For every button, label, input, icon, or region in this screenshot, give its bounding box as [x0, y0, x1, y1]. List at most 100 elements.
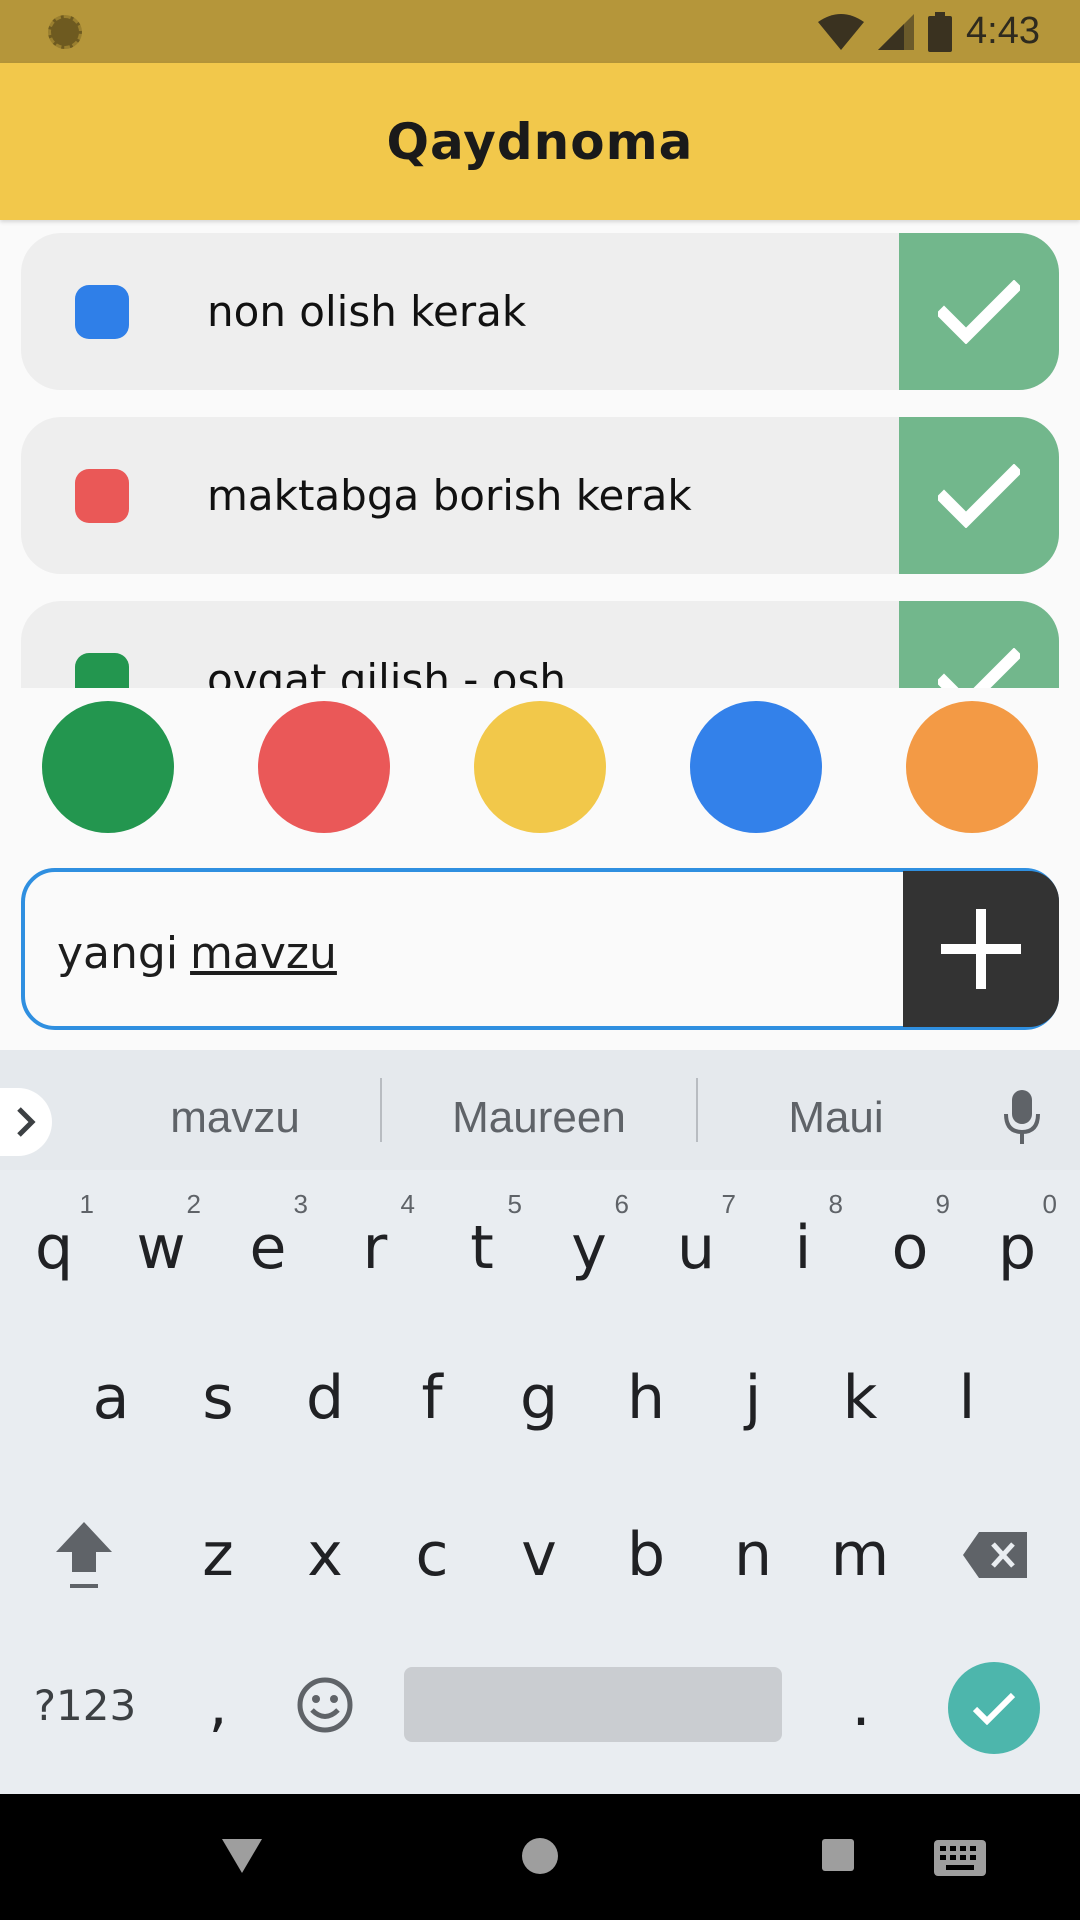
comma-key[interactable]: , [168, 1630, 268, 1780]
todo-item[interactable]: maktabga borish kerak [21, 417, 1059, 574]
check-icon [938, 463, 1020, 528]
symbols-key[interactable]: ?123 [15, 1630, 155, 1780]
key-o[interactable]: o9 [860, 1173, 960, 1323]
color-option-orange[interactable] [906, 701, 1038, 833]
key-n[interactable]: n [703, 1480, 803, 1630]
check-icon [938, 279, 1020, 344]
key-label: h [626, 1363, 666, 1433]
key-label: v [521, 1520, 557, 1590]
back-icon[interactable] [222, 1839, 262, 1873]
key-label: e [249, 1213, 287, 1283]
key-j[interactable]: j [703, 1323, 803, 1473]
todo-color-dot [75, 653, 129, 688]
key-label: n [733, 1520, 773, 1590]
key-label: p [997, 1213, 1037, 1283]
color-option-green[interactable] [42, 701, 174, 833]
key-e[interactable]: e3 [218, 1173, 318, 1323]
key-w[interactable]: w2 [111, 1173, 211, 1323]
new-topic-form: yangi mavzu [21, 868, 1059, 1030]
key-label: l [958, 1363, 976, 1433]
key-l[interactable]: l [917, 1323, 1017, 1473]
key-label: k [842, 1363, 878, 1433]
key-y[interactable]: y6 [539, 1173, 639, 1323]
shift-key[interactable] [34, 1480, 134, 1630]
navigation-bar [0, 1794, 1080, 1920]
period-key[interactable]: . [811, 1630, 911, 1780]
microphone-icon[interactable] [1004, 1090, 1040, 1144]
keyboard-switcher-icon[interactable] [934, 1840, 986, 1876]
backspace-key[interactable] [945, 1480, 1045, 1630]
key-hint: 4 [400, 1189, 415, 1219]
key-label: b [626, 1520, 666, 1590]
key-s[interactable]: s [168, 1323, 268, 1473]
todo-item[interactable]: non olish kerak [21, 233, 1059, 390]
key-hint: 2 [186, 1189, 201, 1219]
key-v[interactable]: v [489, 1480, 589, 1630]
expand-toolbar-button[interactable] [0, 1088, 52, 1156]
todo-text: ovqat qilish - osh [207, 655, 566, 688]
key-q[interactable]: q1 [4, 1173, 104, 1323]
key-label: q [34, 1213, 74, 1283]
key-label: a [92, 1363, 130, 1433]
color-option-red[interactable] [258, 701, 390, 833]
todo-list[interactable]: non olish kerak maktabga borish kerak ov… [0, 220, 1080, 688]
key-p[interactable]: p0 [967, 1173, 1067, 1323]
key-hint: 0 [1042, 1189, 1057, 1219]
key-label: s [202, 1363, 234, 1433]
cellular-signal-icon [878, 13, 915, 50]
suggestion-3[interactable]: Maui [698, 1080, 974, 1156]
shift-icon [56, 1522, 112, 1588]
key-a[interactable]: a [61, 1323, 161, 1473]
key-c[interactable]: c [382, 1480, 482, 1630]
home-icon[interactable] [522, 1838, 558, 1874]
check-icon [972, 1692, 1016, 1725]
key-t[interactable]: t5 [432, 1173, 532, 1323]
recents-icon[interactable] [822, 1839, 854, 1871]
suggestion-1[interactable]: mavzu [90, 1080, 380, 1156]
key-i[interactable]: i8 [753, 1173, 853, 1323]
key-x[interactable]: x [275, 1480, 375, 1630]
key-h[interactable]: h [596, 1323, 696, 1473]
key-label: d [305, 1363, 345, 1433]
add-button[interactable] [903, 871, 1059, 1027]
key-d[interactable]: d [275, 1323, 375, 1473]
todo-text: maktabga borish kerak [207, 471, 692, 520]
key-r[interactable]: r4 [325, 1173, 425, 1323]
key-label: z [202, 1520, 234, 1590]
complete-button[interactable] [899, 417, 1059, 574]
key-label: j [744, 1363, 762, 1433]
complete-button[interactable] [899, 601, 1059, 688]
key-label: c [415, 1520, 449, 1590]
color-option-blue[interactable] [690, 701, 822, 833]
key-u[interactable]: u7 [646, 1173, 746, 1323]
key-label: g [519, 1363, 559, 1433]
color-option-yellow[interactable] [474, 701, 606, 833]
key-b[interactable]: b [596, 1480, 696, 1630]
page-title: Qaydnoma [386, 112, 694, 171]
enter-key[interactable] [948, 1662, 1040, 1754]
battery-icon [928, 11, 953, 52]
check-icon [938, 647, 1020, 688]
typed-text: yangi [57, 927, 179, 979]
todo-item[interactable]: ovqat qilish - osh [21, 601, 1059, 688]
key-hint: 1 [79, 1189, 94, 1219]
status-bar: 4:43 [0, 0, 1080, 63]
emoji-key[interactable] [275, 1630, 375, 1780]
key-k[interactable]: k [810, 1323, 910, 1473]
key-hint: 5 [507, 1189, 522, 1219]
key-label: , [208, 1670, 228, 1740]
key-label: o [891, 1213, 929, 1283]
sync-status-icon [48, 15, 82, 49]
key-z[interactable]: z [168, 1480, 268, 1630]
suggestion-bar: mavzu Maureen Maui [0, 1050, 1080, 1170]
key-g[interactable]: g [489, 1323, 589, 1473]
complete-button[interactable] [899, 233, 1059, 390]
suggestion-2[interactable]: Maureen [382, 1080, 696, 1156]
space-key[interactable] [404, 1667, 782, 1742]
key-label: u [676, 1213, 716, 1283]
key-m[interactable]: m [810, 1480, 910, 1630]
todo-color-dot [75, 469, 129, 523]
key-hint: 6 [614, 1189, 629, 1219]
key-f[interactable]: f [382, 1323, 482, 1473]
key-label: r [362, 1213, 388, 1283]
